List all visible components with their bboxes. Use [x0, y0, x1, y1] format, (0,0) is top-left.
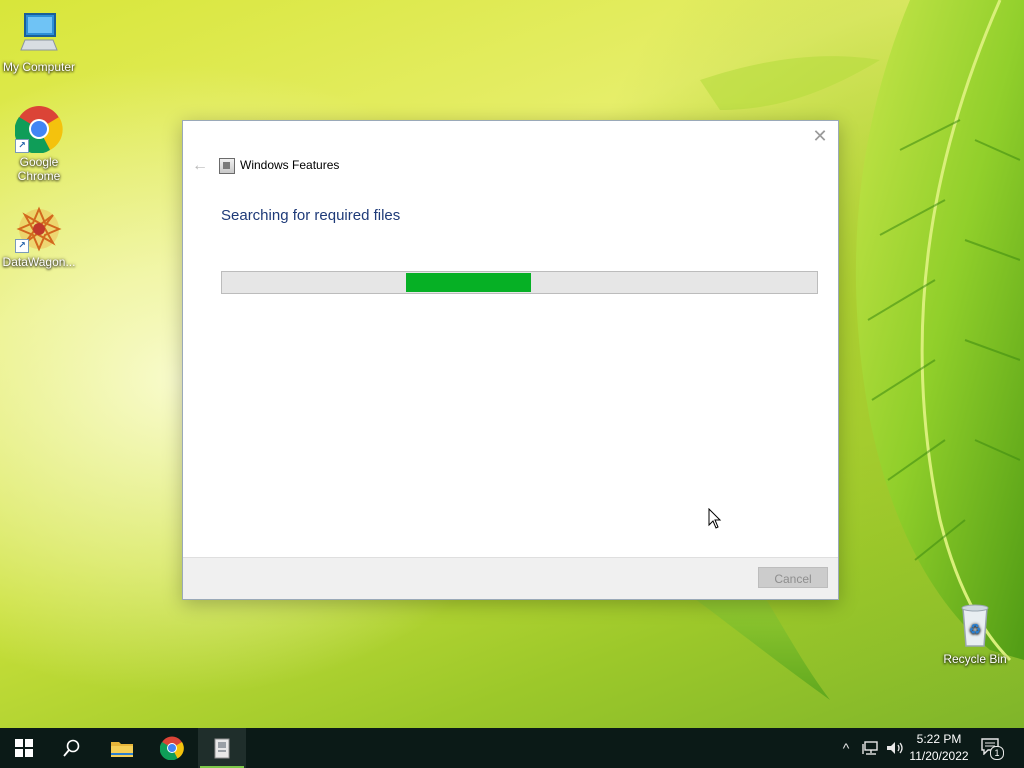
- recycle-bin-icon: ♻: [951, 602, 999, 650]
- cancel-button[interactable]: Cancel: [758, 567, 828, 588]
- clock-time: 5:22 PM: [916, 732, 962, 746]
- shortcut-arrow-icon: ↗: [15, 239, 29, 253]
- file-explorer-icon: [111, 742, 133, 757]
- progress-bar-fill: [406, 273, 531, 292]
- dialog-title: Windows Features: [240, 158, 340, 172]
- windows-logo-icon: [15, 739, 33, 757]
- back-button[interactable]: ←: [189, 155, 211, 177]
- chrome-icon: ↗: [14, 105, 63, 154]
- windows-features-dialog: ✕ ← Windows Features Searching for requi…: [182, 120, 839, 600]
- start-button[interactable]: [0, 728, 48, 768]
- shortcut-arrow-icon: ↗: [15, 139, 29, 153]
- show-hidden-icons-chevron-icon[interactable]: ^: [838, 740, 854, 756]
- network-icon[interactable]: [862, 740, 880, 756]
- taskbar: ^ 5:22 PM 11/20/2022 1: [0, 728, 1024, 768]
- datawagon-icon: ↗: [15, 205, 63, 253]
- search-icon: [63, 739, 80, 757]
- action-center-button[interactable]: 1: [980, 737, 1006, 760]
- windows-features-icon: [219, 158, 235, 174]
- close-button[interactable]: ✕: [808, 125, 832, 147]
- notification-count-badge: 1: [990, 746, 1004, 760]
- windows-features-icon: [214, 738, 230, 759]
- file-explorer-button[interactable]: [98, 728, 146, 768]
- computer-icon: [15, 10, 63, 58]
- search-button[interactable]: [48, 728, 96, 768]
- desktop-icon-label: Recycle Bin: [943, 652, 1007, 666]
- desktop-icon-label: DataWagon...: [2, 255, 76, 269]
- taskbar-clock[interactable]: 5:22 PM 11/20/2022: [906, 731, 972, 765]
- windows-features-taskbar-button[interactable]: [198, 728, 246, 768]
- status-heading: Searching for required files: [221, 207, 401, 224]
- back-arrow-icon: ←: [192, 157, 208, 174]
- desktop-icon-google-chrome[interactable]: ↗ Google Chrome: [0, 105, 78, 183]
- desktop-icon-label: Google Chrome: [17, 155, 61, 183]
- svg-text:♻: ♻: [969, 622, 982, 638]
- desktop-icon-label: My Computer: [2, 60, 76, 74]
- mouse-cursor-icon: [708, 508, 722, 529]
- desktop-icon-recycle-bin[interactable]: ♻ Recycle Bin: [936, 602, 1014, 666]
- desktop: My Computer ↗ Google Chrome ↗ DataWagon.…: [0, 0, 1024, 728]
- dialog-footer: Cancel: [183, 557, 838, 599]
- clock-date: 11/20/2022: [909, 749, 969, 763]
- desktop-icon-my-computer[interactable]: My Computer: [0, 10, 78, 74]
- chrome-icon: [160, 736, 184, 760]
- volume-icon[interactable]: [885, 740, 905, 756]
- chrome-taskbar-button[interactable]: [148, 728, 196, 768]
- close-icon: ✕: [812, 126, 828, 146]
- desktop-icon-datawagon[interactable]: ↗ DataWagon...: [0, 205, 78, 269]
- progress-bar: [221, 271, 818, 294]
